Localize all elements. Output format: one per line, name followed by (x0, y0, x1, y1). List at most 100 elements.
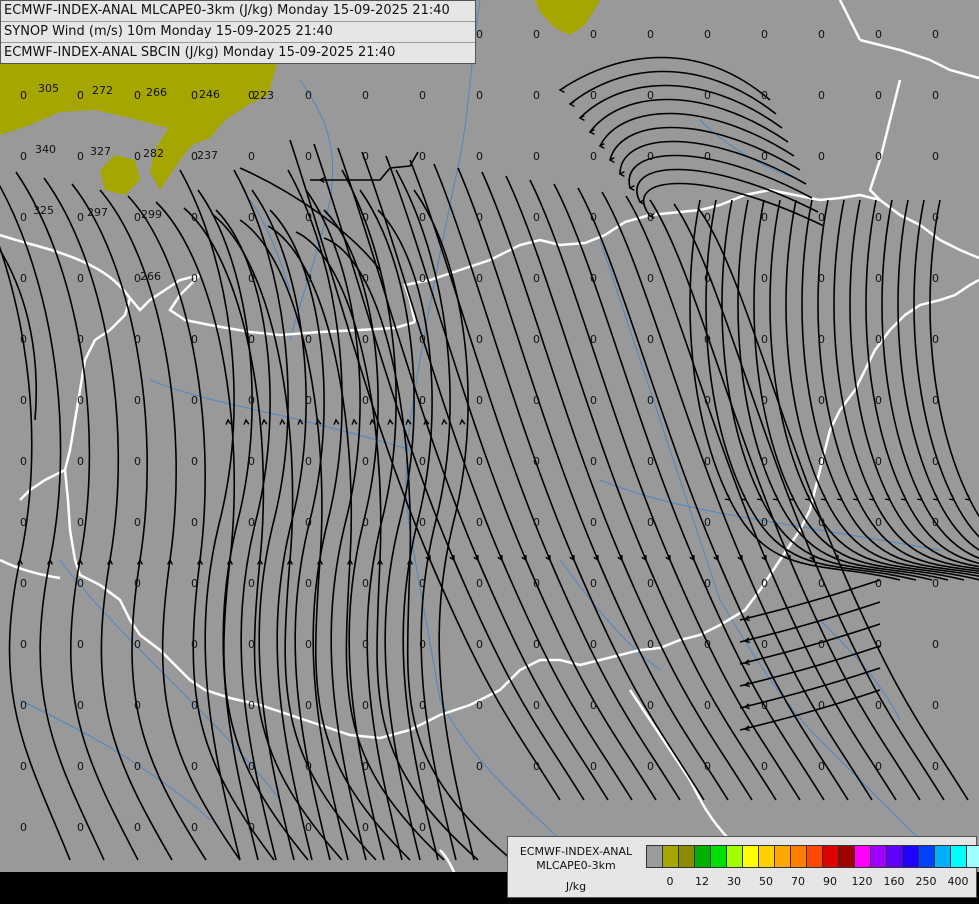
cin-zero-label: 0 (362, 455, 369, 468)
cape-legend: ECMWF-INDEX-ANAL MLCAPE0-3km J/kg 0 12 30 5… (507, 836, 979, 898)
cin-zero-label: 0 (248, 455, 255, 468)
cin-zero-label: 0 (818, 394, 825, 407)
cin-zero-label: 0 (20, 699, 27, 712)
sbcin-label: 305 (38, 82, 59, 95)
cin-zero-label: 0 (362, 760, 369, 773)
cin-zero-label: 0 (419, 455, 426, 468)
cin-zero-label: 0 (533, 272, 540, 285)
header-line-wind: SYNOP Wind (m/s) 10m Monday 15-09-2025 2… (1, 22, 475, 43)
cin-zero-label: 0 (134, 638, 141, 651)
sbcin-label: 237 (197, 149, 218, 162)
cin-zero-label: 0 (134, 760, 141, 773)
cin-zero-label: 0 (875, 516, 882, 529)
sbcin-label: 266 (140, 270, 161, 283)
cin-zero-label: 0 (419, 516, 426, 529)
cin-zero-label: 0 (533, 150, 540, 163)
cin-zero-label: 0 (704, 516, 711, 529)
sbcin-label: 223 (253, 89, 274, 102)
legend-tick: 0 (666, 875, 674, 888)
cin-zero-label: 0 (875, 394, 882, 407)
map-canvas: 0 0 0 0 0 0 0 0 0 0 0 0 0 0 0 0 0 0 0 0 0 0 0 0 0 0 0 0 0 0 0 0 0 0 0 0 0 0 0 0… (0, 0, 979, 900)
cin-zero-label: 0 (305, 821, 312, 834)
cin-zero-label: 0 (704, 333, 711, 346)
cin-zero-label: 0 (20, 89, 27, 102)
cin-zero-label: 0 (647, 699, 654, 712)
cin-zero-label: 0 (875, 89, 882, 102)
cin-zero-label: 0 (362, 89, 369, 102)
cin-zero-label: 0 (590, 333, 597, 346)
cin-zero-label: 0 (77, 577, 84, 590)
cin-zero-label: 0 (932, 89, 939, 102)
cin-zero-label: 0 (818, 516, 825, 529)
cin-zero-label: 0 (134, 699, 141, 712)
cin-zero-label: 0 (77, 211, 84, 224)
cin-zero-label: 0 (419, 89, 426, 102)
cin-zero-label: 0 (305, 516, 312, 529)
cin-zero-label: 0 (77, 89, 84, 102)
cin-zero-label: 0 (761, 455, 768, 468)
cin-zero-label: 0 (476, 272, 483, 285)
legend-tick: 30 (727, 875, 741, 888)
cin-zero-label: 0 (647, 577, 654, 590)
cin-zero-label: 0 (20, 333, 27, 346)
legend-tick: 120 (851, 875, 873, 888)
sbcin-label: 272 (92, 84, 113, 97)
cin-zero-label: 0 (20, 821, 27, 834)
cin-zero-label: 0 (704, 760, 711, 773)
cin-zero-label: 0 (932, 394, 939, 407)
cin-zero-label: 0 (248, 211, 255, 224)
cin-zero-label: 0 (191, 272, 198, 285)
cin-zero-label: 0 (875, 577, 882, 590)
cin-zero-label: 0 (818, 89, 825, 102)
legend-swatch (647, 846, 663, 867)
cin-zero-label: 0 (818, 272, 825, 285)
cin-zero-label: 0 (704, 89, 711, 102)
legend-swatch (791, 846, 807, 867)
cin-zero-label: 0 (533, 577, 540, 590)
cin-zero-label: 0 (248, 333, 255, 346)
cin-zero-label: 0 (818, 638, 825, 651)
cin-zero-label: 0 (875, 638, 882, 651)
cin-zero-label: 0 (419, 333, 426, 346)
cin-zero-label: 0 (134, 89, 141, 102)
cin-zero-label: 0 (875, 699, 882, 712)
cin-zero-label: 0 (704, 211, 711, 224)
cin-zero-label: 0 (248, 821, 255, 834)
legend-title-line2: MLCAPE0-3km (536, 859, 616, 872)
cin-zero-label: 0 (248, 577, 255, 590)
cin-zero-label: 0 (875, 211, 882, 224)
legend-swatch (967, 846, 979, 867)
cin-zero-label: 0 (77, 760, 84, 773)
cin-zero-label: 0 (20, 516, 27, 529)
cin-zero-label: 0 (476, 211, 483, 224)
cin-zero-label: 0 (818, 699, 825, 712)
legend-title: ECMWF-INDEX-ANAL MLCAPE0-3km (510, 845, 642, 873)
cin-zero-label: 0 (362, 333, 369, 346)
cin-zero-label: 0 (875, 455, 882, 468)
legend-swatch (759, 846, 775, 867)
cin-zero-label: 0 (77, 150, 84, 163)
cin-zero-label: 0 (704, 577, 711, 590)
cin-zero-label: 0 (305, 455, 312, 468)
cin-zero-label: 0 (647, 333, 654, 346)
cin-zero-label: 0 (476, 455, 483, 468)
cin-zero-label: 0 (134, 577, 141, 590)
cin-zero-label: 0 (875, 333, 882, 346)
cin-zero-label: 0 (761, 760, 768, 773)
cin-zero-label: 0 (932, 638, 939, 651)
weather-map[interactable]: 0 0 0 0 0 0 0 0 0 0 0 0 0 0 0 0 0 0 0 0 0 0 0 0 0 0 0 0 0 0 0 0 0 0 0 0 0 0 0 0… (0, 0, 979, 900)
cin-zero-label: 0 (77, 333, 84, 346)
cin-zero-label: 0 (761, 150, 768, 163)
cin-zero-label: 0 (533, 394, 540, 407)
cin-zero-label: 0 (362, 638, 369, 651)
cin-zero-label: 0 (704, 394, 711, 407)
cin-zero-label: 0 (761, 394, 768, 407)
sbcin-label: 246 (199, 88, 220, 101)
cin-zero-label: 0 (362, 699, 369, 712)
cin-zero-label: 0 (20, 638, 27, 651)
cin-zero-label: 0 (191, 760, 198, 773)
cin-zero-label: 0 (134, 455, 141, 468)
cin-zero-label: 0 (647, 89, 654, 102)
cin-zero-label: 0 (77, 516, 84, 529)
cin-zero-label: 0 (20, 577, 27, 590)
